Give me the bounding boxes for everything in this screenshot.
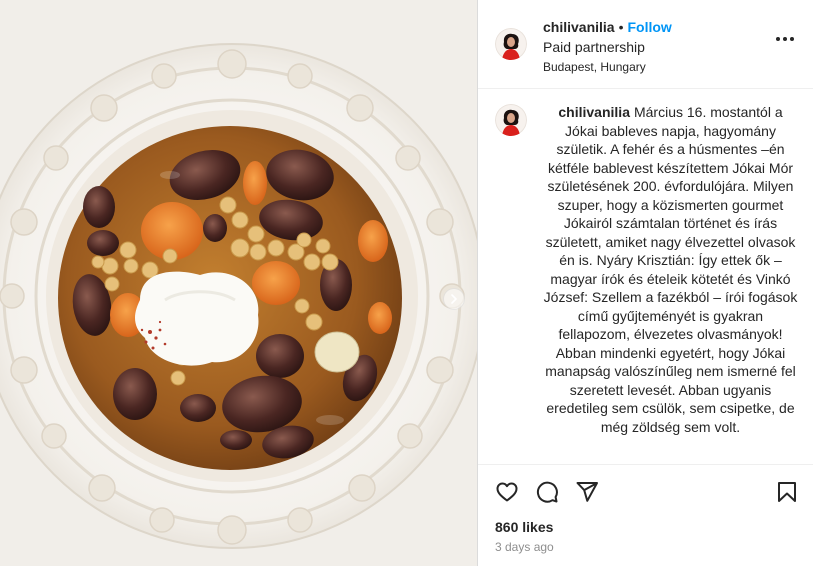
heart-icon [496,482,518,502]
caption-avatar[interactable] [495,104,527,136]
save-button[interactable] [775,480,799,504]
more-options-icon[interactable] [776,37,794,43]
carousel-next-button[interactable] [443,288,465,310]
share-button[interactable] [575,480,599,504]
paid-partnership-label[interactable]: Paid partnership [543,37,672,57]
post-side-panel: chilivanilia • Follow Paid partnership Bud… [477,0,813,566]
comment-button[interactable] [535,480,559,504]
avatar[interactable] [495,28,527,60]
soup-photo [0,0,477,566]
follow-button[interactable]: Follow [628,19,672,35]
caption-text: chilivanilia Március 16. mostantól a Jóka… [543,103,798,436]
post-header: chilivanilia • Follow Paid partnership Bud… [478,0,813,89]
caption-username-link[interactable]: chilivanilia [558,104,630,120]
chevron-right-icon [451,294,457,304]
share-icon [576,482,598,502]
location-link[interactable]: Budapest, Hungary [543,57,672,77]
profile-avatar-icon [495,28,527,60]
action-bar: 860 likes 3 days ago [478,464,813,566]
like-button[interactable] [495,480,519,504]
username-link[interactable]: chilivanilia [543,19,615,35]
post-image[interactable] [0,0,477,566]
separator-dot: • [618,19,624,35]
caption-section: chilivanilia Március 16. mostantól a Jóka… [478,89,813,464]
bookmark-icon [778,482,796,502]
likes-count[interactable]: 860 likes [495,519,553,535]
comment-icon [536,481,558,503]
profile-avatar-icon [495,104,527,136]
post-timestamp[interactable]: 3 days ago [495,540,554,554]
caption-body: Március 16. mostantól a Jókai bableves n… [543,104,798,435]
